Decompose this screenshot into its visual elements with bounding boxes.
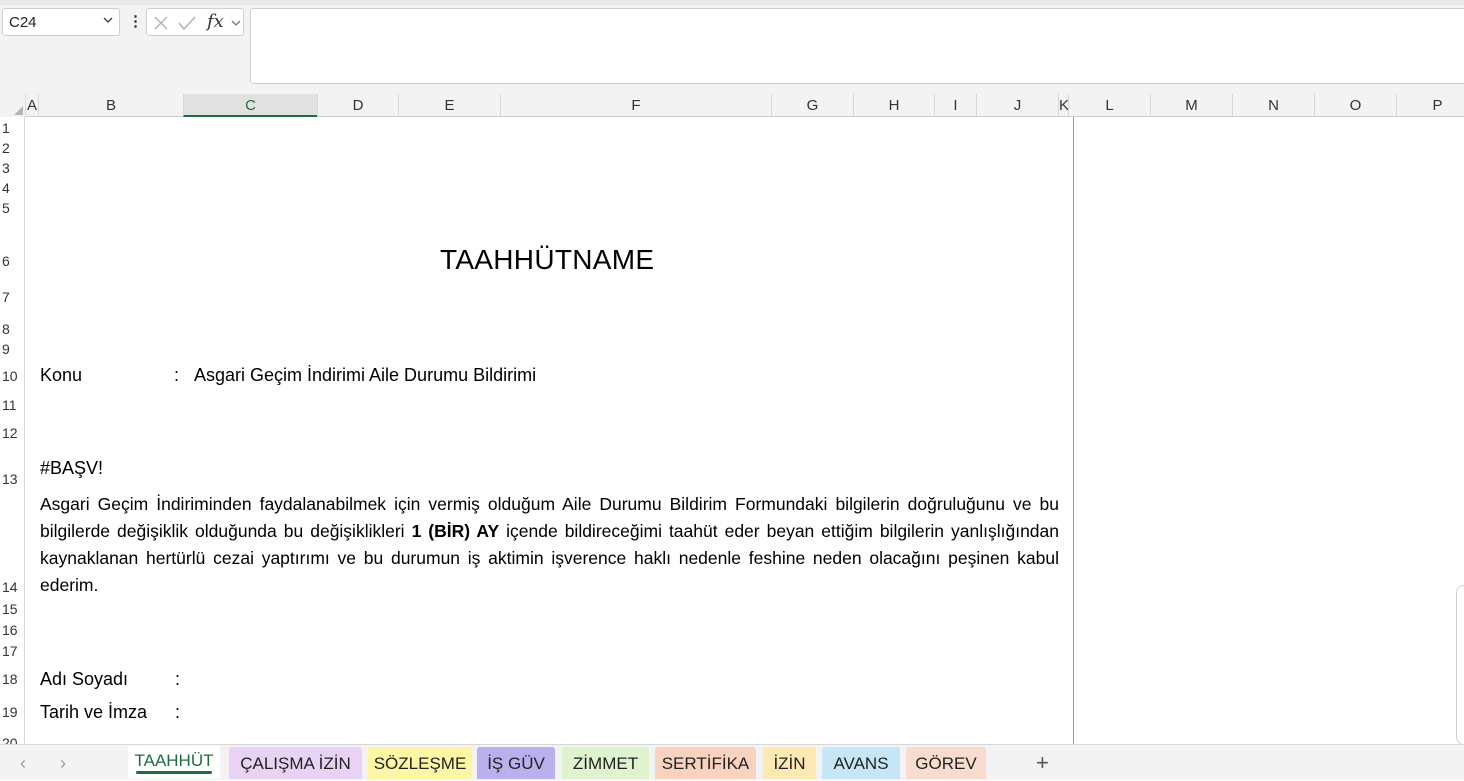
side-panel-handle[interactable]	[1456, 585, 1464, 744]
row-header-13[interactable]: 13	[0, 471, 24, 487]
sheet-tab-bar: ‹ › TAAHHÜT ÇALIŞMA İZİN SÖZLEŞME İŞ GÜV ZİM…	[0, 744, 1464, 780]
sheet-tab-2[interactable]: ÇALIŞMA İZİN	[229, 747, 362, 779]
row-header-12[interactable]: 12	[0, 425, 24, 441]
next-sheet-icon[interactable]: ›	[60, 753, 66, 774]
column-header-b[interactable]: B	[38, 94, 183, 117]
column-header-l[interactable]: L	[1068, 94, 1150, 117]
name-box-value: C24	[9, 14, 37, 31]
row-header-bar: 1 2 3 4 5 6 7 8 9 10 11 12 13 14 15 16 17 18 19 20	[0, 117, 25, 744]
row-header-3[interactable]: 3	[0, 160, 24, 176]
prev-sheet-icon[interactable]: ‹	[20, 753, 26, 774]
date-signature-label[interactable]: Tarih ve İmza	[40, 702, 147, 723]
name-label[interactable]: Adı Soyadı	[40, 669, 128, 690]
sheet-tab-label: SERTİFİKA	[661, 754, 750, 773]
column-header-c[interactable]: C	[183, 94, 317, 117]
row-header-2[interactable]: 2	[0, 140, 24, 156]
sheet-tab-7[interactable]: İZİN	[763, 747, 816, 779]
chevron-down-icon[interactable]	[231, 19, 241, 27]
sheet-tab-label: TAAHHÜT	[134, 751, 214, 770]
enter-check-icon[interactable]	[177, 15, 197, 31]
row-header-10[interactable]: 10	[0, 368, 24, 384]
row-header-1[interactable]: 1	[0, 120, 24, 136]
sheet-tab-label: ZİMMET	[572, 754, 639, 773]
chevron-down-icon	[103, 17, 113, 23]
select-all-corner[interactable]	[0, 94, 25, 117]
worksheet-grid[interactable]: TAAHHÜTNAME Konu : Asgari Geçim İndirimi…	[26, 117, 1464, 744]
name-colon: :	[175, 669, 181, 689]
sheet-tab-3[interactable]: SÖZLEŞME	[368, 747, 472, 779]
date-colon: :	[175, 702, 181, 722]
row-header-9[interactable]: 9	[0, 341, 24, 357]
subject-label[interactable]: Konu	[40, 365, 82, 386]
row-header-14[interactable]: 14	[0, 579, 24, 595]
row-header-8[interactable]: 8	[0, 321, 24, 337]
row-header-15[interactable]: 15	[0, 601, 24, 617]
column-header-f[interactable]: F	[500, 94, 771, 117]
row-header-18[interactable]: 18	[0, 671, 24, 687]
subject-value[interactable]: Asgari Geçim İndirimi Aile Durumu Bildir…	[194, 365, 536, 386]
sheet-tab-label: İZİN	[773, 754, 806, 773]
more-options-icon[interactable]: ⋮	[128, 12, 143, 30]
sheet-tab-8[interactable]: AVANS	[822, 747, 900, 779]
insert-function-icon[interactable]: fx	[207, 11, 224, 32]
column-header-h[interactable]: H	[853, 94, 934, 117]
commitment-paragraph[interactable]: Asgari Geçim İndiriminden faydalanabilme…	[40, 491, 1059, 599]
column-header-i[interactable]: I	[934, 94, 976, 117]
active-tab-underline	[136, 771, 212, 774]
column-header-o[interactable]: O	[1314, 94, 1396, 117]
document-title[interactable]: TAAHHÜTNAME	[440, 244, 654, 276]
row-header-7[interactable]: 7	[0, 289, 24, 305]
column-header-e[interactable]: E	[398, 94, 500, 117]
sheet-tab-label: GÖREV	[915, 754, 977, 773]
sheet-tab-1[interactable]: TAAHHÜT	[128, 745, 220, 779]
sheet-tab-label: SÖZLEŞME	[373, 754, 467, 773]
ribbon-edge	[0, 0, 1464, 5]
column-header-p[interactable]: P	[1396, 94, 1464, 117]
column-header-j[interactable]: J	[976, 94, 1058, 117]
select-all-triangle-icon	[14, 106, 23, 115]
formula-actions: fx	[146, 8, 244, 36]
name-box[interactable]: C24	[2, 8, 120, 36]
error-cell[interactable]: #BAŞV!	[40, 458, 103, 479]
column-header-d[interactable]: D	[317, 94, 398, 117]
row-header-16[interactable]: 16	[0, 622, 24, 638]
row-header-20[interactable]: 20	[0, 735, 24, 744]
paragraph-bold-period: 1 (BİR) AY	[411, 521, 500, 541]
row-header-4[interactable]: 4	[0, 180, 24, 196]
sheet-tab-5[interactable]: ZİMMET	[562, 747, 649, 779]
subject-colon: :	[174, 365, 180, 385]
column-header-a[interactable]: A	[25, 94, 38, 117]
column-header-k[interactable]: K	[1058, 94, 1069, 117]
column-header-m[interactable]: M	[1150, 94, 1232, 117]
formula-bar-area: C24 ⋮ fx	[0, 0, 1464, 94]
column-header-g[interactable]: G	[771, 94, 853, 117]
sheet-tab-label: AVANS	[833, 754, 889, 773]
sheet-tab-label: İŞ GÜV	[487, 754, 545, 773]
row-header-11[interactable]: 11	[0, 397, 24, 413]
sheet-tab-label: ÇALIŞMA İZİN	[240, 754, 351, 773]
sheet-tab-9[interactable]: GÖREV	[906, 747, 986, 779]
row-header-5[interactable]: 5	[0, 200, 24, 216]
add-sheet-icon[interactable]: +	[1036, 750, 1049, 776]
cancel-icon[interactable]	[153, 15, 169, 31]
row-header-6[interactable]: 6	[0, 253, 24, 269]
sheet-tab-6[interactable]: SERTİFİKA	[655, 747, 756, 779]
column-header-n[interactable]: N	[1232, 94, 1314, 117]
row-header-17[interactable]: 17	[0, 643, 24, 659]
row-header-19[interactable]: 19	[0, 704, 24, 720]
formula-input[interactable]	[250, 8, 1464, 84]
sheet-tab-4[interactable]: İŞ GÜV	[477, 747, 555, 779]
page-break-line	[1073, 117, 1074, 744]
column-header-bar: ABCDEFGHIJKLMNOP	[0, 94, 1464, 117]
